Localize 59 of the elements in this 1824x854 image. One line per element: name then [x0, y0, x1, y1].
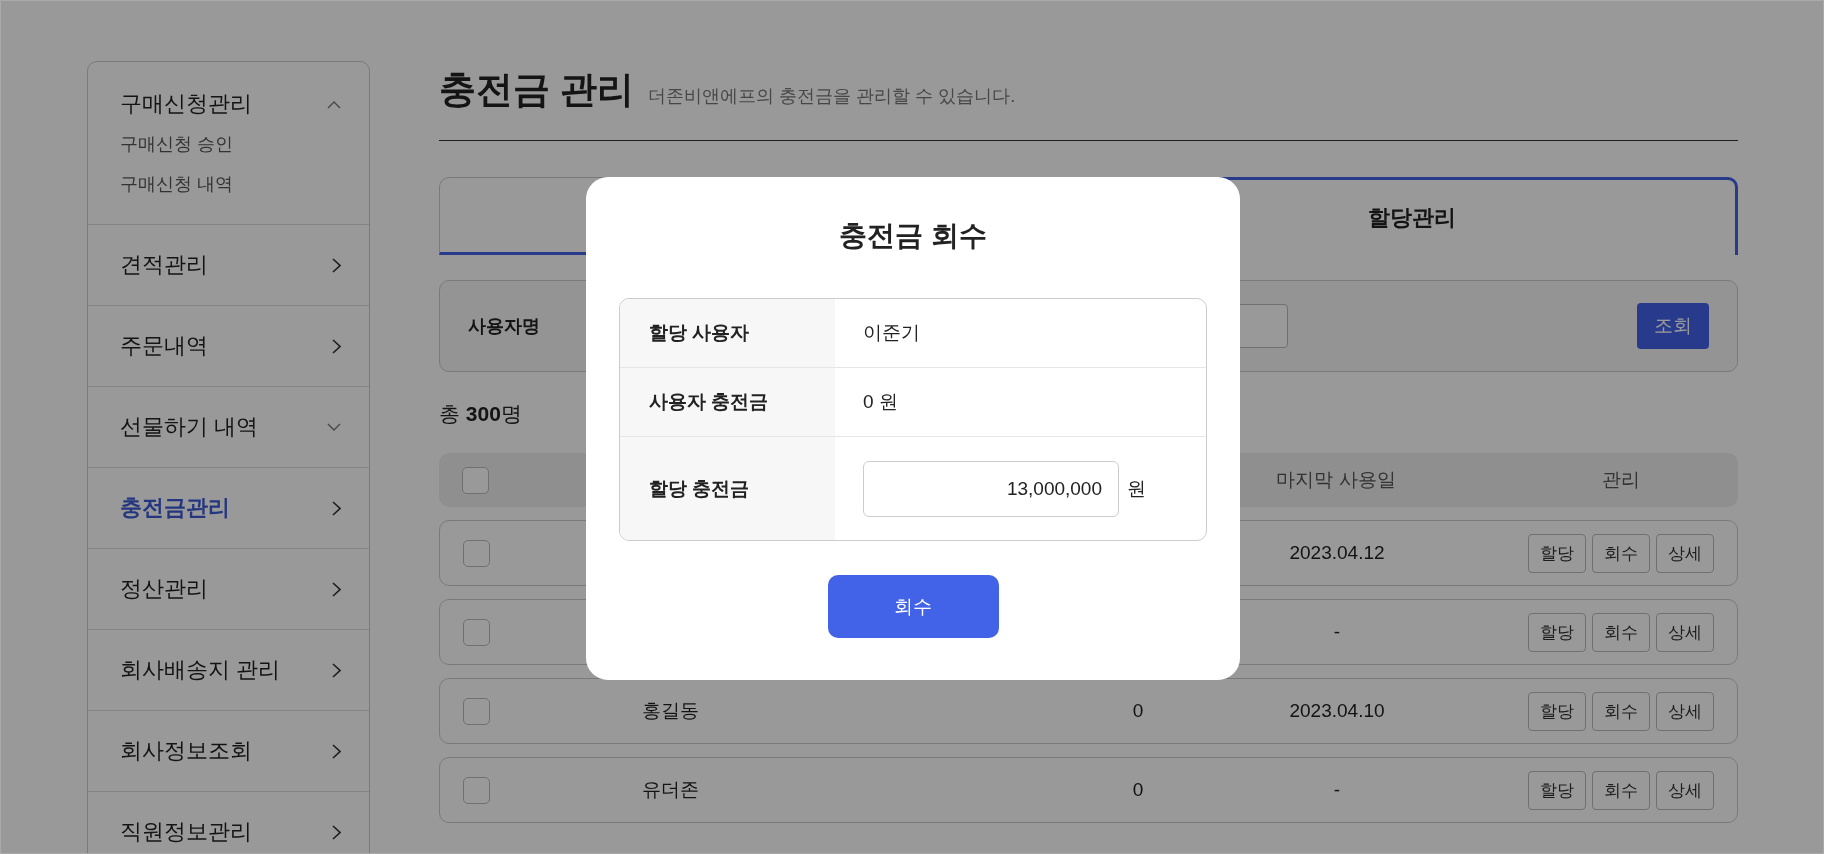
action-button[interactable]: 상세 — [1655, 533, 1714, 573]
sidebar-item[interactable]: 정산관리 — [120, 574, 208, 604]
action-button[interactable]: 상세 — [1655, 612, 1714, 652]
table-cell: 2023.04.10 — [1289, 700, 1385, 721]
action-button[interactable]: 할당 — [1527, 533, 1586, 573]
sidebar-item[interactable]: 주문내역 — [120, 331, 208, 361]
field-label: 사용자 충전금 — [649, 390, 769, 414]
action-button[interactable]: 상세 — [1655, 691, 1714, 731]
action-button[interactable]: 회수 — [1591, 770, 1650, 810]
sidebar-item[interactable]: 선물하기 내역 — [120, 412, 259, 442]
checkbox[interactable] — [463, 618, 490, 646]
table-cell: 2023.04.12 — [1289, 542, 1385, 563]
table-cell: 홍길동 — [642, 700, 699, 721]
unit-label: 원 — [1127, 476, 1146, 501]
checkbox[interactable] — [463, 776, 490, 804]
amount-field[interactable]: 13,000,000 — [863, 460, 1119, 517]
chevron-right-icon — [332, 662, 341, 678]
table-cell: 0 — [1132, 779, 1144, 800]
chevron-right-icon — [332, 257, 341, 273]
checkbox[interactable] — [463, 539, 490, 567]
action-button[interactable]: 할당 — [1527, 612, 1586, 652]
sidebar-subitem[interactable]: 구매신청 내역 — [120, 172, 337, 196]
sidebar-item[interactable]: 직원정보관리 — [120, 817, 252, 847]
action-button[interactable]: 회수 — [1591, 691, 1650, 731]
table-cell: - — [1333, 621, 1341, 642]
reclaim-button[interactable]: 회수 — [827, 575, 999, 638]
action-button[interactable]: 회수 — [1591, 612, 1650, 652]
sidebar-item[interactable]: 충전금관리 — [120, 493, 230, 523]
page-title: 충전금 관리 — [439, 68, 635, 112]
table-cell: 유더존 — [642, 779, 699, 800]
table-cell: 0 — [1132, 700, 1144, 721]
field-label: 할당 충전금 — [649, 476, 750, 501]
chevron-right-icon — [332, 581, 341, 597]
field-value: 0 원 — [863, 390, 898, 414]
column-header: 마지막 사용일 — [1275, 468, 1397, 492]
sidebar-item[interactable]: 회사정보조회 — [120, 736, 252, 766]
total-count: 총 300명 — [439, 401, 522, 427]
search-button[interactable]: 조회 — [1637, 303, 1709, 349]
chevron-right-icon — [332, 824, 341, 840]
chevron-right-icon — [332, 500, 341, 516]
action-button[interactable]: 상세 — [1655, 770, 1714, 810]
checkbox[interactable] — [463, 697, 490, 725]
sidebar-item[interactable]: 견적관리 — [120, 250, 208, 280]
sidebar-subitem[interactable]: 구매신청 승인 — [120, 132, 337, 156]
search-label: 사용자명 — [468, 315, 541, 338]
page-subtitle: 더존비앤에프의 충전금을 관리할 수 있습니다. — [648, 85, 1016, 108]
action-button[interactable]: 할당 — [1527, 691, 1586, 731]
checkbox[interactable] — [462, 466, 489, 494]
field-value: 이준기 — [863, 321, 920, 345]
table-cell: - — [1333, 779, 1341, 800]
sidebar-item[interactable]: 회사배송지 관리 — [120, 655, 281, 685]
modal-title: 충전금 회수 — [839, 219, 987, 253]
chevron-right-icon — [332, 743, 341, 759]
field-label: 할당 사용자 — [649, 321, 750, 345]
sidebar-item[interactable]: 구매신청관리 — [120, 89, 252, 119]
action-button[interactable]: 회수 — [1591, 533, 1650, 573]
chevron-right-icon — [332, 338, 341, 354]
column-header: 관리 — [1600, 468, 1641, 492]
action-button[interactable]: 할당 — [1527, 770, 1586, 810]
